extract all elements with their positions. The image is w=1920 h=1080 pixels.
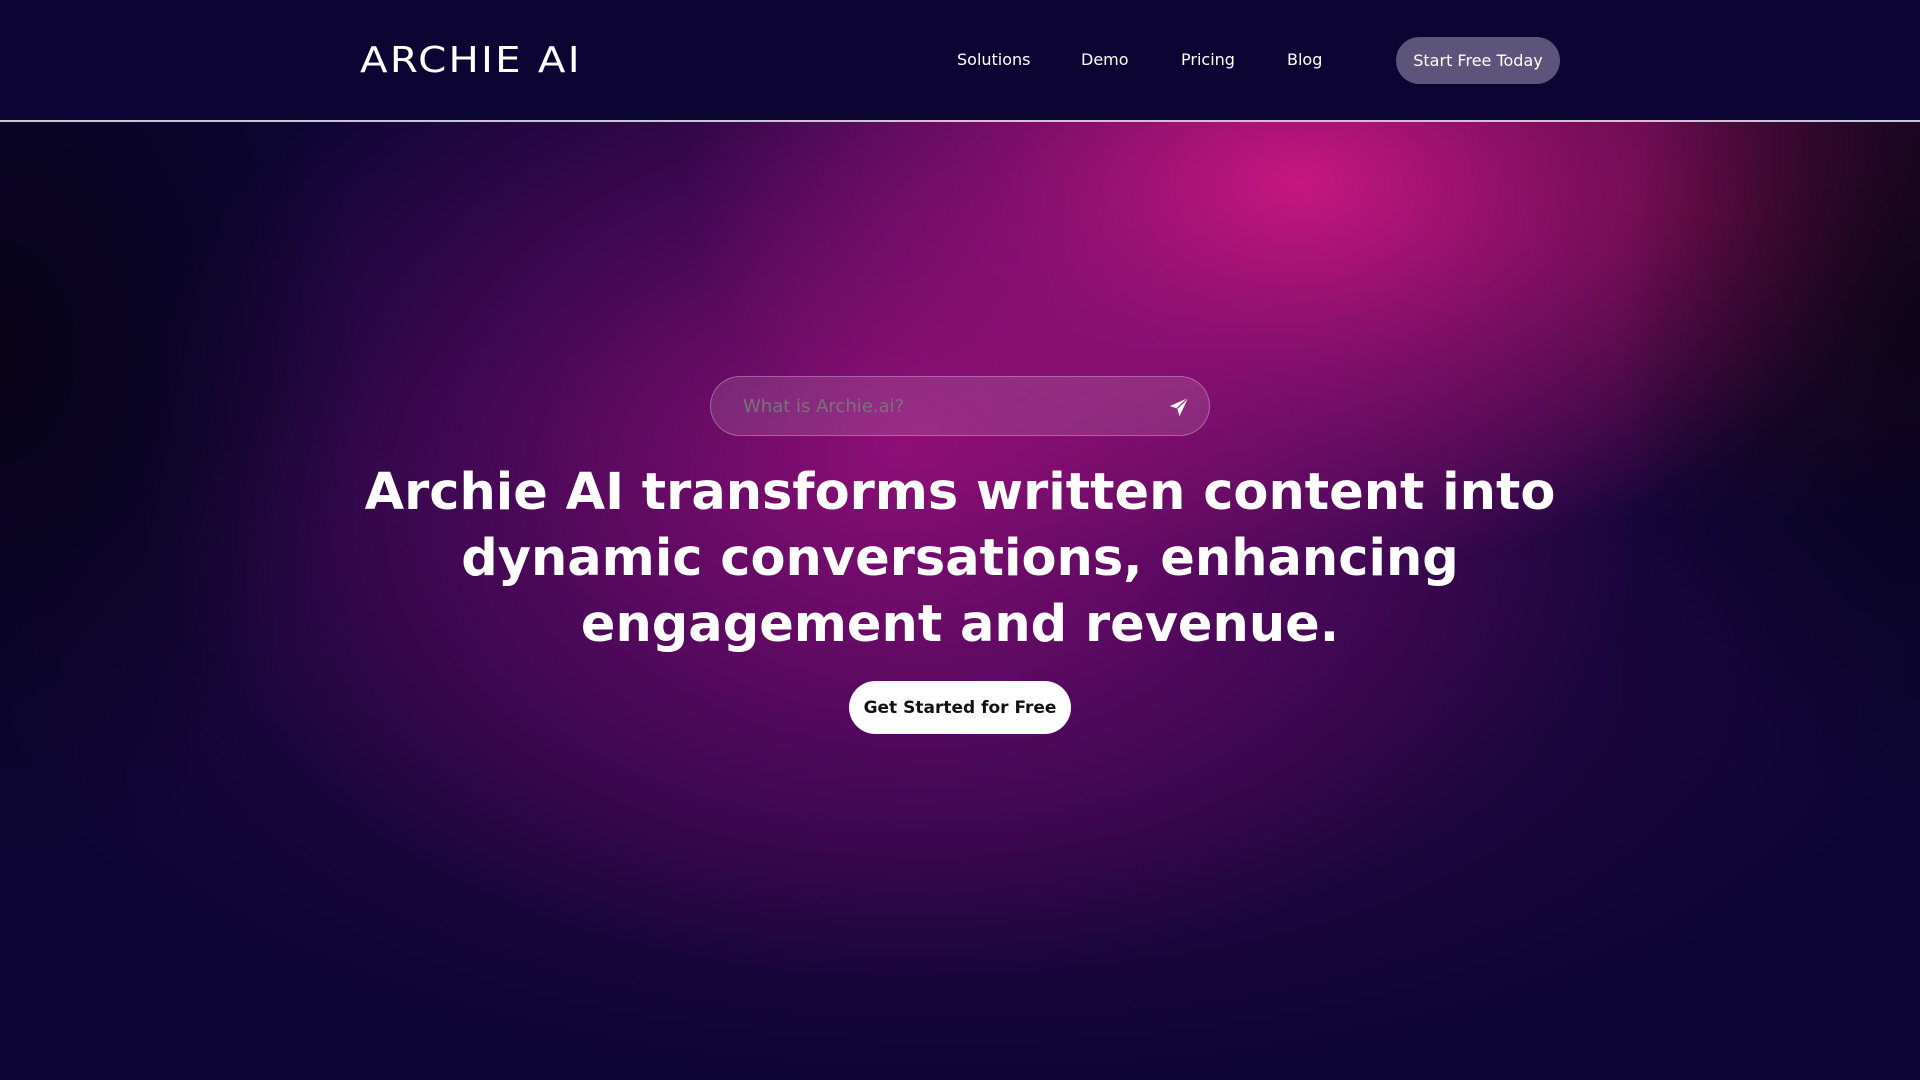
nav-blog[interactable]: Blog: [1287, 48, 1322, 72]
hero-headline: Archie AI transforms written content int…: [364, 463, 1556, 654]
start-free-button[interactable]: Start Free Today: [1396, 37, 1560, 84]
page: ARCHIE AI Solutions Demo Pricing Blog St…: [0, 0, 1920, 1080]
send-icon[interactable]: [1168, 396, 1190, 418]
site-header: ARCHIE AI Solutions Demo Pricing Blog St…: [0, 0, 1920, 122]
nav-pricing[interactable]: Pricing: [1181, 48, 1235, 72]
nav-solutions[interactable]: Solutions: [957, 48, 1031, 72]
ask-archie-box: [710, 376, 1210, 436]
get-started-button[interactable]: Get Started for Free: [849, 681, 1071, 734]
hero-vignette-right: [1620, 122, 1920, 822]
ask-input[interactable]: [743, 377, 1143, 435]
main-nav: Solutions Demo Pricing Blog: [0, 0, 1920, 122]
hero-vignette-left: [0, 122, 360, 882]
nav-demo[interactable]: Demo: [1081, 48, 1129, 72]
hero-section: Archie AI transforms written content int…: [0, 122, 1920, 1080]
